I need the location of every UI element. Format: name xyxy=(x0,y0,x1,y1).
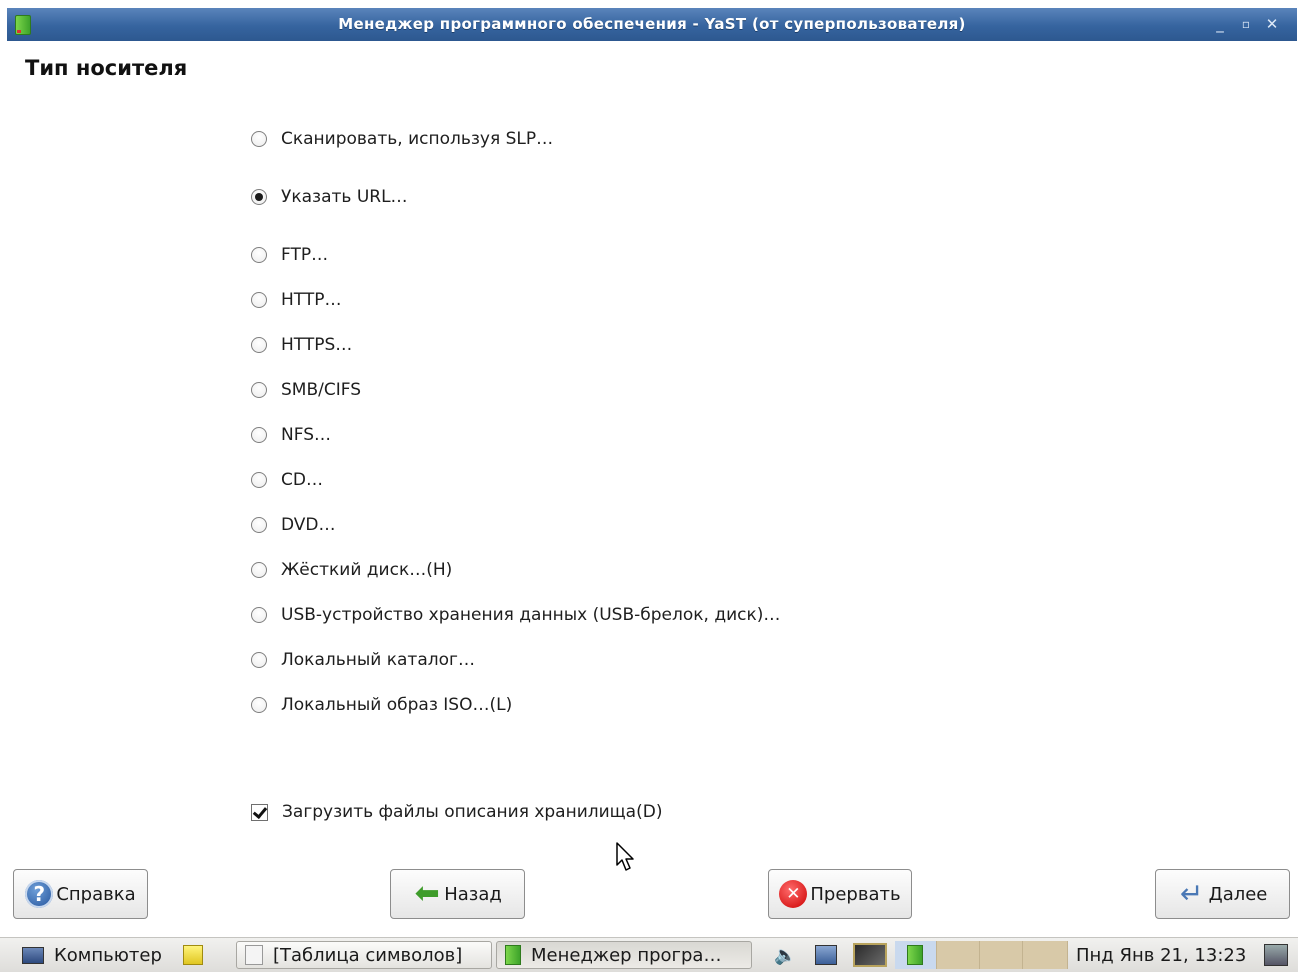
yast-tray-icon xyxy=(907,945,923,965)
radio-label: Локальный образ ISO…(L) xyxy=(281,695,513,715)
radio-label: NFS… xyxy=(281,425,331,445)
radio-option-usb[interactable]: USB-устройство хранения данных (USB-брел… xyxy=(251,603,780,627)
charmap-icon xyxy=(245,945,263,965)
abort-button-label: Прервать xyxy=(810,883,901,905)
radio-label: CD… xyxy=(281,470,323,490)
radio-label: HTTP… xyxy=(281,290,342,310)
download-descriptions-checkbox[interactable] xyxy=(251,803,268,821)
help-icon: ? xyxy=(25,880,54,908)
minimize-icon[interactable]: _ xyxy=(1211,14,1229,34)
window-titlebar[interactable]: Менеджер программного обеспечения - YaST… xyxy=(7,8,1297,41)
enter-arrow-icon: ↵ xyxy=(1179,877,1204,910)
back-button[interactable]: ⬅ Назад xyxy=(390,869,525,919)
page-title: Тип носителя xyxy=(25,56,188,80)
notes-icon xyxy=(183,945,203,965)
computer-menu-label: Компьютер xyxy=(54,944,162,966)
display-tray[interactable] xyxy=(853,942,887,968)
radio-button[interactable] xyxy=(251,337,267,353)
radio-option-nfs[interactable]: NFS… xyxy=(251,423,331,447)
radio-label: Сканировать, используя SLP… xyxy=(281,129,554,149)
radio-button[interactable] xyxy=(251,382,267,398)
next-button-label: Далее xyxy=(1208,883,1268,905)
radio-button[interactable] xyxy=(251,607,267,623)
radio-label: Жёсткий диск…(H) xyxy=(281,560,453,580)
notes-launcher[interactable] xyxy=(183,942,203,968)
mouse-cursor-icon xyxy=(616,842,634,871)
task-label: [Таблица символов] xyxy=(273,944,463,966)
network-tray[interactable] xyxy=(815,942,837,968)
taskbar-task-yast[interactable]: Менеджер програ… xyxy=(496,941,752,969)
taskbar-task-charmap[interactable]: [Таблица символов] xyxy=(236,941,492,969)
workspace-1[interactable] xyxy=(937,941,980,969)
radio-label: Указать URL… xyxy=(281,187,408,207)
radio-button[interactable] xyxy=(251,189,267,205)
checkbox-label: Загрузить файлы описания хранилища(D) xyxy=(282,802,663,822)
next-button[interactable]: ↵ Далее xyxy=(1155,869,1290,919)
tray-yast[interactable] xyxy=(895,941,937,969)
radio-option-smb[interactable]: SMB/CIFS xyxy=(251,378,361,402)
radio-button[interactable] xyxy=(251,562,267,578)
radio-option-ftp[interactable]: FTP… xyxy=(251,243,328,267)
network-icon xyxy=(815,945,837,965)
download-descriptions-checkbox-row[interactable]: Загрузить файлы описания хранилища(D) xyxy=(251,800,662,824)
computer-menu[interactable]: Компьютер xyxy=(22,942,162,968)
monitor-icon xyxy=(853,943,887,967)
radio-button[interactable] xyxy=(251,292,267,308)
back-arrow-icon: ⬅ xyxy=(414,876,440,911)
radio-button[interactable] xyxy=(251,131,267,147)
back-button-label: Назад xyxy=(444,883,502,905)
radio-button[interactable] xyxy=(251,697,267,713)
workspace-2[interactable] xyxy=(980,941,1023,969)
radio-option-local-iso[interactable]: Локальный образ ISO…(L) xyxy=(251,693,512,717)
close-icon[interactable]: ✕ xyxy=(1263,14,1281,34)
speaker-icon: 🔈 xyxy=(774,944,797,966)
workspace-3[interactable] xyxy=(1023,941,1068,969)
desktop-icon xyxy=(1264,944,1288,966)
radio-label: SMB/CIFS xyxy=(281,380,362,400)
yast-task-icon xyxy=(505,945,521,965)
radio-option-local-dir[interactable]: Локальный каталог… xyxy=(251,648,475,672)
radio-label: Локальный каталог… xyxy=(281,650,475,670)
maximize-icon[interactable]: ▫ xyxy=(1237,14,1255,34)
radio-button[interactable] xyxy=(251,247,267,263)
radio-button[interactable] xyxy=(251,517,267,533)
radio-label: FTP… xyxy=(281,245,329,265)
clock-label: Пнд Янв 21, 13:23 xyxy=(1076,944,1247,966)
show-desktop[interactable] xyxy=(1264,942,1288,968)
clock[interactable]: Пнд Янв 21, 13:23 xyxy=(1076,942,1246,968)
radio-option-https[interactable]: HTTPS… xyxy=(251,333,352,357)
help-button-label: Справка xyxy=(56,883,136,905)
computer-icon xyxy=(22,946,44,964)
stop-icon: ✕ xyxy=(779,880,808,908)
radio-option-harddisk[interactable]: Жёсткий диск…(H) xyxy=(251,558,452,582)
radio-label: DVD… xyxy=(281,515,336,535)
radio-option-dvd[interactable]: DVD… xyxy=(251,513,336,537)
radio-label: USB-устройство хранения данных (USB-брел… xyxy=(281,605,781,625)
radio-option-http[interactable]: HTTP… xyxy=(251,288,342,312)
volume-tray[interactable]: 🔈 xyxy=(774,942,796,968)
help-button[interactable]: ? Справка xyxy=(13,869,148,919)
radio-button[interactable] xyxy=(251,472,267,488)
abort-button[interactable]: ✕ Прервать xyxy=(768,869,912,919)
window-title: Менеджер программного обеспечения - YaST… xyxy=(338,15,966,33)
radio-button[interactable] xyxy=(251,427,267,443)
radio-label: HTTPS… xyxy=(281,335,353,355)
radio-button[interactable] xyxy=(251,652,267,668)
task-label: Менеджер програ… xyxy=(531,944,722,966)
radio-option-url[interactable]: Указать URL… xyxy=(251,185,408,209)
taskbar: Компьютер [Таблица символов] Менеджер пр… xyxy=(0,937,1298,972)
radio-option-slp[interactable]: Сканировать, используя SLP… xyxy=(251,127,553,151)
radio-option-cd[interactable]: CD… xyxy=(251,468,323,492)
